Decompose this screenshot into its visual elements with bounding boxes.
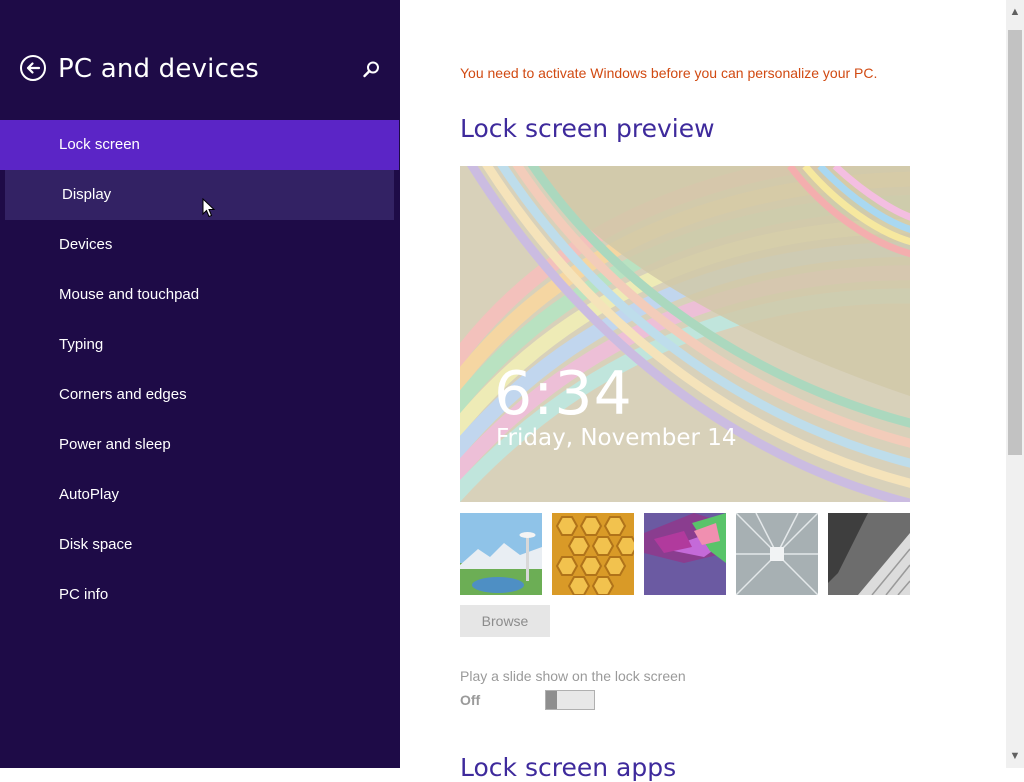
nav-item-typing[interactable]: Typing (0, 320, 400, 370)
mouse-cursor-icon (202, 198, 216, 218)
nav-item-corners-and-edges[interactable]: Corners and edges (0, 370, 400, 420)
honeycomb-image (552, 513, 634, 595)
back-arrow-icon (26, 62, 41, 74)
nav-item-mouse-and-touchpad[interactable]: Mouse and touchpad (0, 270, 400, 320)
lock-screen-wallpaper (460, 166, 910, 502)
nav-item-disk-space[interactable]: Disk space (0, 520, 400, 570)
back-button[interactable] (20, 55, 46, 81)
thumbnail-honeycomb[interactable] (552, 513, 634, 595)
lock-screen-preview-heading: Lock screen preview (460, 114, 715, 143)
search-icon (363, 61, 379, 78)
slideshow-label: Play a slide show on the lock screen (460, 668, 686, 684)
settings-nav: Lock screen Display Devices Mouse and to… (0, 120, 400, 620)
glass-walkway-image (736, 513, 818, 595)
browse-button[interactable]: Browse (460, 605, 550, 637)
toggle-thumb (546, 691, 557, 709)
slideshow-state: Off (460, 692, 481, 708)
nav-item-devices[interactable]: Devices (0, 220, 400, 270)
thumbnail-piano-keys[interactable] (828, 513, 910, 595)
nav-item-display[interactable]: Display (5, 170, 394, 220)
scrollbar-thumb[interactable] (1008, 30, 1022, 455)
slideshow-toggle[interactable] (545, 690, 595, 710)
nav-item-lock-screen[interactable]: Lock screen (0, 120, 399, 170)
lock-screen-time: 6:34 (494, 359, 633, 429)
lock-screen-date: Friday, November 14 (496, 425, 737, 451)
search-button[interactable] (360, 58, 384, 82)
thumbnail-glass-walkway[interactable] (736, 513, 818, 595)
scroll-up-icon[interactable]: ▲ (1006, 0, 1024, 24)
vertical-scrollbar[interactable]: ▲ ▼ (1006, 0, 1024, 768)
geometric-shapes-image (644, 513, 726, 595)
thumbnail-seattle-space-needle[interactable] (460, 513, 542, 595)
page-title: PC and devices (58, 54, 260, 84)
seattle-space-needle-image (460, 513, 542, 595)
nav-item-autoplay[interactable]: AutoPlay (0, 470, 400, 520)
sidebar: PC and devices Lock screen Display Devic… (0, 0, 400, 768)
main-content: You need to activate Windows before you … (400, 0, 1006, 782)
piano-keys-image (828, 513, 910, 595)
scroll-down-icon[interactable]: ▼ (1006, 744, 1024, 768)
lock-screen-preview: 6:34 Friday, November 14 (460, 166, 910, 502)
thumbnail-geometric-shapes[interactable] (644, 513, 726, 595)
nav-item-power-and-sleep[interactable]: Power and sleep (0, 420, 400, 470)
activation-warning: You need to activate Windows before you … (460, 65, 878, 81)
wallpaper-thumbnails (460, 513, 910, 595)
nav-item-pc-info[interactable]: PC info (0, 570, 400, 620)
